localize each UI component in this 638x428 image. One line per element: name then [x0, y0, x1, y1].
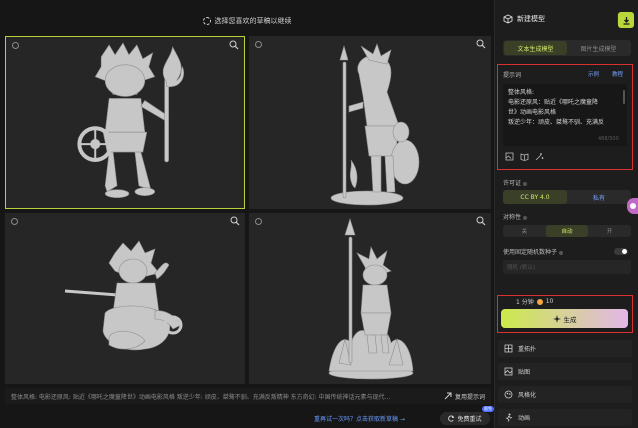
info-icon[interactable]: [559, 250, 564, 255]
image-icon[interactable]: [505, 152, 514, 161]
info-icon[interactable]: [523, 215, 528, 220]
coin-icon: [536, 298, 543, 305]
accordion-texture[interactable]: 贴图: [498, 363, 632, 380]
assistant-icon: [630, 203, 636, 209]
refresh-icon: [448, 415, 455, 422]
tab-image-to-model[interactable]: 图片生成模型: [567, 41, 630, 55]
panel-title: 新建模型: [517, 15, 545, 23]
toggle-knob: [622, 249, 627, 254]
generate-button[interactable]: 生成: [501, 309, 628, 328]
reuse-prompt-button[interactable]: 复用提示词: [444, 392, 485, 401]
accordion-label: 风格化: [518, 392, 537, 399]
draft-grid: [5, 36, 491, 384]
draft-gallery: 选择您喜欢的草稿以继续 整体风格: 电影还原风: 贴近《哪吒之魔童降世》动画电影…: [0, 0, 494, 428]
loading-icon: [202, 17, 211, 25]
prompt-line: 电影还原风：贴近《哪吒之魔童降: [508, 99, 599, 106]
generation-mode-tabs: 文本生成模型 图片生成模型: [503, 40, 631, 56]
retry-row: 重再试一次吗？点击获取新草稿 → 免费重试 限免: [0, 406, 494, 426]
symmetry-on[interactable]: 开: [588, 225, 631, 237]
reuse-icon: [444, 392, 452, 400]
accordion-animation[interactable]: 动画: [498, 409, 632, 426]
stylize-icon: [504, 390, 513, 399]
running-figure-icon: [505, 413, 513, 422]
tab-text-to-model[interactable]: 文本生成模型: [504, 41, 567, 55]
tutorial-link[interactable]: 教程: [612, 70, 623, 78]
accordion-retopology[interactable]: 重拓扑: [498, 340, 632, 357]
floating-assistant-button[interactable]: [627, 198, 638, 214]
prompt-line: 整体风格:: [508, 89, 535, 96]
seed-toggle[interactable]: [614, 248, 628, 255]
example-link[interactable]: 示例: [588, 70, 599, 78]
prompt-line: 叛逆少年：顽皮、桀骜不驯、充满反: [508, 119, 605, 126]
model-preview-1: [77, 42, 184, 198]
license-cc-by[interactable]: CC BY 4.0: [503, 190, 567, 204]
draft-tile-3[interactable]: [5, 213, 245, 384]
symmetry-label: 对称性: [503, 212, 528, 221]
model-preview-3: [64, 240, 183, 351]
cube-icon: [503, 14, 513, 24]
seed-placeholder: 随机 (默认): [507, 265, 536, 271]
draft-tile-4[interactable]: [249, 213, 491, 384]
prompt-summary-bar: 整体风格: 电影还原风: 贴近《哪吒之魔童降世》动画电影风格 叛逆少年: 顽皮、…: [5, 388, 491, 404]
sparkle-icon: [552, 314, 561, 323]
selection-hint-text: 选择您喜欢的草稿以继续: [214, 17, 292, 25]
info-icon[interactable]: [523, 181, 528, 186]
prompt-label: 提示词: [503, 72, 522, 79]
prompt-char-count: 488/500: [598, 136, 619, 142]
retopology-icon: [504, 344, 513, 353]
symmetry-selector: 关 自动 开: [503, 225, 631, 237]
accordion-label: 重拓扑: [518, 346, 537, 353]
free-retry-label: 免费重试: [457, 416, 482, 423]
cost-coins: 10: [545, 298, 554, 305]
book-icon[interactable]: [520, 152, 529, 161]
seed-label: 使用固定随机数种子: [503, 247, 564, 256]
draft-tile-1[interactable]: [5, 36, 245, 209]
license-label: 许可证: [503, 178, 528, 187]
model-preview-2: [330, 43, 420, 206]
magic-enhance-icon[interactable]: [535, 152, 544, 161]
prompt-summary-text: 整体风格: 电影还原风: 贴近《哪吒之魔童降世》动画电影风格 叛逆少年: 顽皮、…: [11, 393, 391, 401]
model-preview-4: [328, 217, 414, 380]
retry-link[interactable]: 重再试一次吗？点击获取新草稿 →: [314, 414, 405, 423]
generation-cost: 1 分钟 10: [516, 297, 553, 306]
license-selector: CC BY 4.0 私有: [503, 190, 631, 204]
texture-icon: [504, 367, 513, 376]
free-badge: 限免: [482, 406, 494, 412]
panel-header: 新建模型 ×: [495, 10, 638, 28]
download-button[interactable]: [618, 12, 634, 28]
reuse-prompt-label: 复用提示词: [454, 393, 485, 401]
draft-tile-2[interactable]: [249, 36, 491, 209]
cost-time: 1 分钟: [516, 299, 534, 306]
accordion-label: 贴图: [518, 369, 531, 376]
prompt-line: 世》动画电影风格: [508, 109, 557, 116]
download-icon: [623, 16, 629, 25]
free-retry-button[interactable]: 免费重试 限免: [440, 406, 494, 425]
generate-label: 生成: [563, 315, 577, 324]
symmetry-off[interactable]: 关: [503, 225, 546, 237]
symmetry-auto[interactable]: 自动: [545, 225, 589, 237]
license-private[interactable]: 私有: [567, 190, 631, 204]
prompt-tools: [505, 152, 544, 161]
prompt-scrollbar[interactable]: [623, 90, 625, 104]
accordion-stylize[interactable]: 风格化: [498, 386, 632, 403]
selection-hint: 选择您喜欢的草稿以继续: [0, 14, 494, 28]
seed-input[interactable]: 随机 (默认): [503, 260, 631, 274]
accordion-label: 动画: [518, 415, 531, 422]
